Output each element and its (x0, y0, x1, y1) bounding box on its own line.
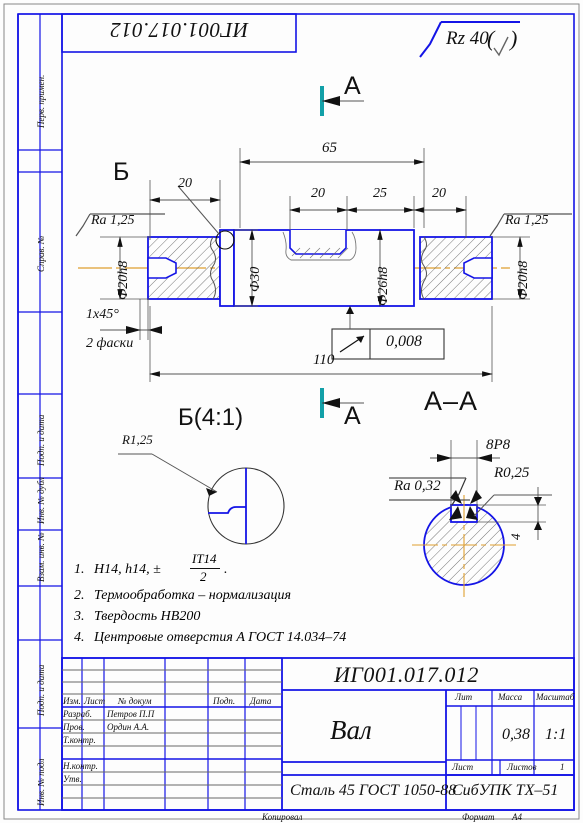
tb-role-2: Т.контр. (63, 735, 96, 745)
tb-col-izm: Изм. (63, 696, 81, 706)
footer-format-label: Формат (462, 812, 495, 822)
tb-role-5: Утв. (63, 774, 82, 784)
tb-col-list: Лист (84, 696, 106, 706)
tb-sheets-value: 1 (560, 762, 565, 772)
tb-part-name: Вал (330, 715, 372, 745)
tb-role-1: Пров. (63, 722, 85, 732)
tb-name-0: Петров П.П (107, 709, 155, 719)
tb-organization: СибУПК ТХ–51 (452, 782, 559, 799)
tb-mass-value: 0,38 (502, 726, 530, 743)
tb-sheets-label: Листов (507, 762, 537, 772)
tb-designation: ИГ001.017.012 (334, 662, 479, 687)
tb-role-4: Н.контр. (63, 761, 98, 771)
footer-format-value: A4 (512, 812, 522, 822)
tb-col-data: Дата (250, 696, 272, 706)
tb-mass-label: Масса (498, 692, 523, 702)
drawing-sheet: Перв. примен. Справ. № Подп. и дата Инв.… (0, 0, 583, 823)
tb-scale-label: Масштаб (536, 692, 575, 702)
tb-role-0: Разраб. (63, 709, 92, 719)
tb-material: Сталь 45 ГОСТ 1050-88 (290, 782, 457, 799)
tb-sheet-label: Лист (452, 762, 474, 772)
tb-name-1: Ордин А.А. (107, 722, 150, 732)
tb-col-doc: № докум (118, 696, 152, 706)
tb-col-podp: Подп. (213, 696, 236, 706)
tb-lit-label: Лит (455, 692, 473, 702)
tb-scale-value: 1:1 (545, 726, 567, 743)
footer-copied-label: Копировал (262, 812, 303, 822)
